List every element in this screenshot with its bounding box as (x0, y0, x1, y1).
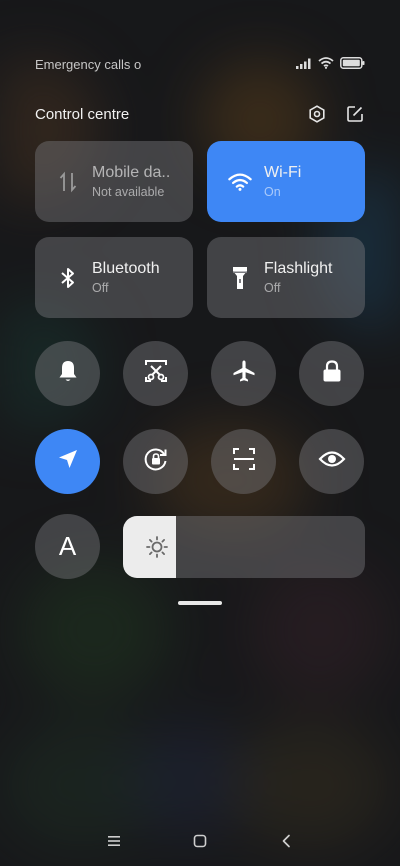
signal-icon (296, 57, 312, 72)
ring-toggle[interactable] (35, 341, 100, 406)
flashlight-tile[interactable]: Flashlight Off (207, 237, 365, 318)
reading-mode-toggle[interactable] (299, 429, 364, 494)
menu-icon[interactable] (105, 832, 123, 850)
settings-icon[interactable] (307, 104, 327, 124)
wifi-icon (228, 170, 252, 194)
location-toggle[interactable] (35, 429, 100, 494)
flashlight-label: Flashlight (264, 260, 333, 277)
emergency-calls-text: Emergency calls o (35, 56, 142, 72)
wifi-tile[interactable]: Wi-Fi On (207, 141, 365, 222)
wifi-label: Wi-Fi (264, 164, 302, 181)
bell-icon (57, 359, 79, 388)
auto-brightness-toggle[interactable]: A (35, 514, 100, 579)
control-centre-header: Control centre (35, 103, 365, 125)
brightness-slider[interactable] (123, 516, 365, 578)
scan-icon (231, 446, 257, 477)
status-bar: Emergency calls o (35, 56, 365, 72)
bluetooth-tile[interactable]: Bluetooth Off (35, 237, 193, 318)
lock-toggle[interactable] (299, 341, 364, 406)
auto-brightness-icon: A (58, 531, 77, 561)
mobile-data-label: Mobile da.. (92, 164, 171, 181)
mobile-data-tile[interactable]: Mobile da.. Not available (35, 141, 193, 222)
wifi-icon (318, 56, 334, 72)
back-icon[interactable] (277, 832, 295, 850)
airplane-icon (232, 359, 256, 388)
bluetooth-icon (56, 266, 80, 290)
navigation-bar (0, 832, 400, 850)
drag-handle[interactable] (178, 601, 222, 605)
mobile-data-icon (56, 170, 80, 194)
wifi-status: On (264, 185, 281, 199)
flashlight-status: Off (264, 281, 281, 295)
eye-icon (318, 449, 346, 474)
bluetooth-status: Off (92, 281, 109, 295)
rotation-lock-toggle[interactable] (123, 429, 188, 494)
battery-icon (340, 56, 365, 72)
page-title: Control centre (35, 105, 130, 123)
scanner-toggle[interactable] (211, 429, 276, 494)
location-icon (57, 448, 79, 475)
bluetooth-label: Bluetooth (92, 260, 160, 277)
edit-icon[interactable] (345, 104, 365, 124)
mobile-data-status: Not available (92, 185, 165, 199)
screenshot-toggle[interactable] (123, 341, 188, 406)
flashlight-icon (228, 266, 252, 290)
sun-icon (145, 535, 169, 559)
screenshot-icon (143, 358, 169, 389)
airplane-toggle[interactable] (211, 341, 276, 406)
lock-icon (321, 359, 343, 388)
rotation-lock-icon (143, 446, 169, 477)
home-icon[interactable] (191, 832, 209, 850)
